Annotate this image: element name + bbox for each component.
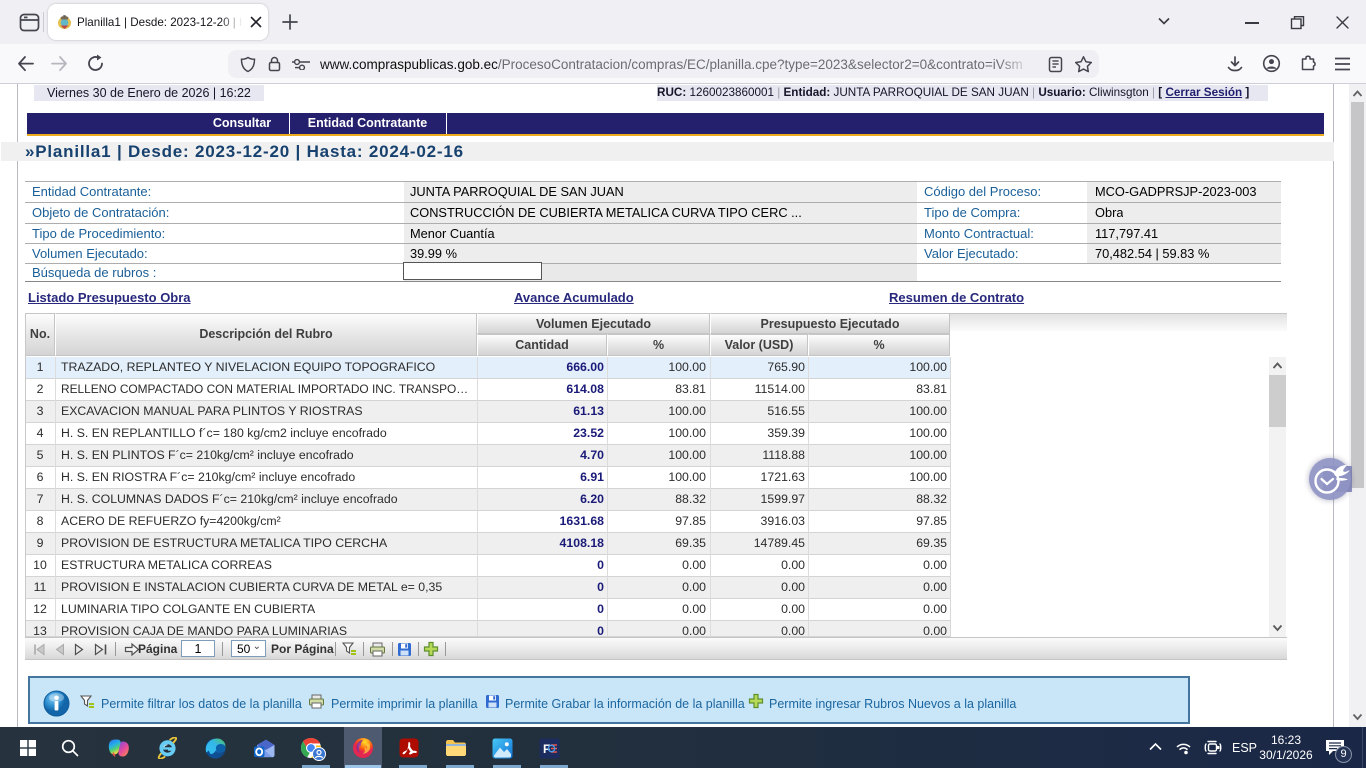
svg-text:F: F	[543, 742, 550, 756]
